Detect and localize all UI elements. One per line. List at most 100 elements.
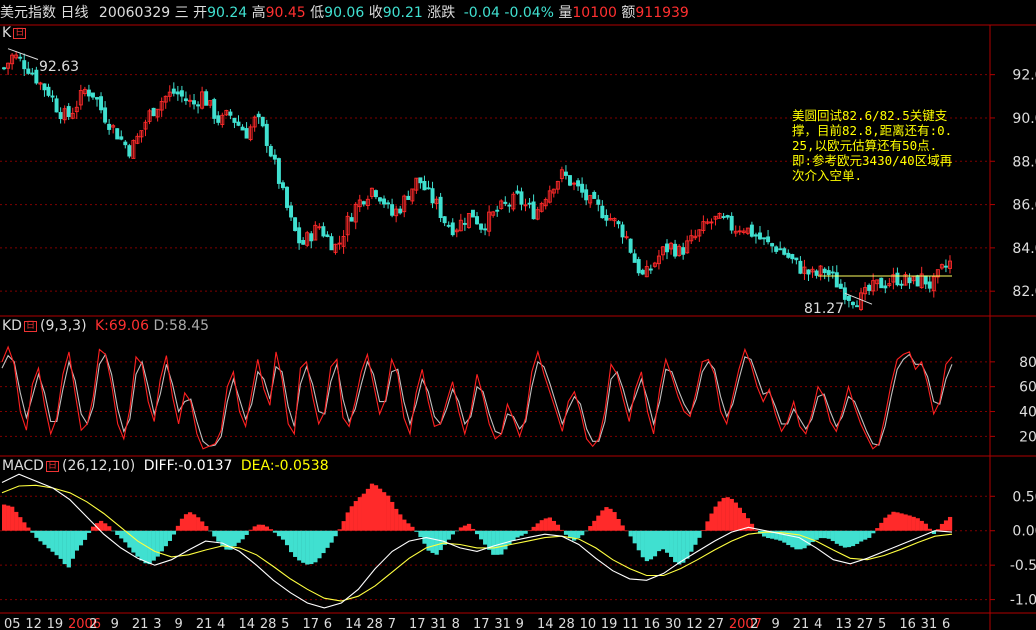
macd-bar: [899, 513, 904, 531]
macd-bar: [483, 530, 488, 545]
k-y-tick-label: 82.0: [1012, 284, 1036, 300]
macd-bar: [592, 520, 597, 531]
candle-body: [22, 60, 27, 70]
candle-body: [127, 145, 132, 157]
macd-params: (26,12,10): [61, 458, 136, 474]
x-axis-label: 7: [388, 617, 396, 630]
macd-bar: [927, 528, 932, 531]
macd-bar: [612, 512, 617, 531]
x-axis-label: 19: [47, 617, 64, 630]
candle-body: [325, 234, 330, 238]
macd-diff-value: -0.0137: [178, 458, 233, 474]
k-y-tick-label: 88.0: [1012, 154, 1036, 170]
candle-body: [179, 90, 184, 97]
macd-bar: [531, 526, 536, 531]
candle-body: [329, 236, 334, 251]
macd-bar: [111, 530, 116, 532]
macd-bar: [382, 492, 387, 531]
candle-body: [822, 268, 827, 274]
macd-bar: [624, 530, 629, 532]
macd-bar: [159, 530, 164, 552]
macd-bar: [588, 526, 593, 531]
k-y-tick-label: 84.0: [1012, 241, 1036, 257]
macd-bar: [547, 517, 552, 531]
candle-body: [268, 146, 273, 157]
candle-body: [782, 248, 787, 255]
candle-body: [66, 106, 71, 117]
candle-body: [361, 201, 366, 205]
candle-body: [216, 115, 221, 123]
chart-canvas[interactable]: 82.0 84.0 86.0 88.0 90.0 92.0 20 40 60 80 -1.00 -0.…: [0, 0, 1036, 630]
macd-period-badge[interactable]: 日: [45, 460, 59, 472]
macd-bar: [26, 527, 31, 531]
x-axis-label: 17: [409, 617, 426, 630]
candle-body: [895, 272, 900, 286]
macd-dea-value: -0.0538: [274, 458, 329, 474]
x-axis-label: 31: [430, 617, 447, 630]
x-axis-label: 31: [494, 617, 511, 630]
macd-bar: [669, 530, 674, 557]
macd-bar: [664, 530, 670, 553]
macd-bar: [721, 497, 726, 531]
macd-bar: [244, 530, 249, 535]
macd-bar: [86, 530, 92, 533]
x-axis-label: 27: [708, 617, 725, 630]
macd-bar: [616, 519, 621, 531]
macd-bar: [867, 530, 872, 538]
macd-bar: [434, 530, 439, 555]
x-axis-label: 28: [558, 617, 575, 630]
macd-bar: [709, 513, 714, 531]
candle-body: [883, 285, 888, 289]
candle-body: [349, 217, 354, 222]
macd-bar: [212, 530, 217, 537]
candle-body: [240, 126, 245, 131]
macd-bar: [38, 530, 43, 542]
macd-bar: [402, 519, 407, 531]
macd-bar: [834, 530, 840, 544]
macd-bar: [790, 530, 795, 548]
macd-bar: [74, 530, 80, 551]
candle-body: [58, 112, 63, 120]
macd-bar: [632, 530, 637, 544]
macd-bar: [947, 516, 953, 531]
x-axis-label: 8: [452, 617, 460, 630]
kd-params: (9,3,3): [39, 318, 87, 334]
macd-bar: [309, 530, 314, 565]
candle-body: [123, 141, 128, 146]
macd-bar: [329, 530, 334, 543]
macd-bar: [369, 483, 375, 531]
macd-bar: [297, 530, 302, 561]
candle-body: [18, 56, 23, 59]
x-axis-label: 3: [153, 617, 161, 630]
candle-body: [830, 271, 835, 274]
macd-bar: [2, 504, 7, 531]
macd-bar: [640, 530, 645, 558]
x-axis-label: 05: [4, 617, 21, 630]
kd-panel-label: KD: [2, 318, 22, 334]
macd-bar: [474, 530, 480, 535]
macd-bar: [34, 530, 39, 538]
macd-bar: [652, 530, 658, 557]
x-axis-label: 4: [814, 617, 822, 630]
candle-body: [563, 171, 568, 176]
candle-body: [228, 111, 233, 116]
macd-panel-title: MACD 日 (26,12,10) DIFF:-0.0137 DEA:-0.0538: [2, 458, 329, 474]
macd-bar: [301, 530, 306, 563]
macd-bar: [345, 512, 350, 531]
candle-body: [923, 275, 928, 285]
macd-bar: [14, 511, 19, 531]
macd-bar: [236, 530, 241, 543]
k-y-tick-label: 86.0: [1012, 198, 1036, 214]
candle-body: [115, 128, 120, 140]
x-axis-label: 9: [175, 617, 183, 630]
k-period-badge[interactable]: 日: [13, 27, 27, 39]
macd-bar: [838, 530, 844, 546]
candle-body: [462, 222, 467, 225]
kd-period-badge[interactable]: 日: [23, 320, 37, 332]
macd-bar: [317, 530, 322, 559]
candle-body: [766, 236, 771, 243]
macd-bar: [377, 488, 383, 531]
candle-body: [192, 100, 196, 105]
macd-bar: [394, 508, 399, 531]
candle-body: [276, 158, 281, 184]
